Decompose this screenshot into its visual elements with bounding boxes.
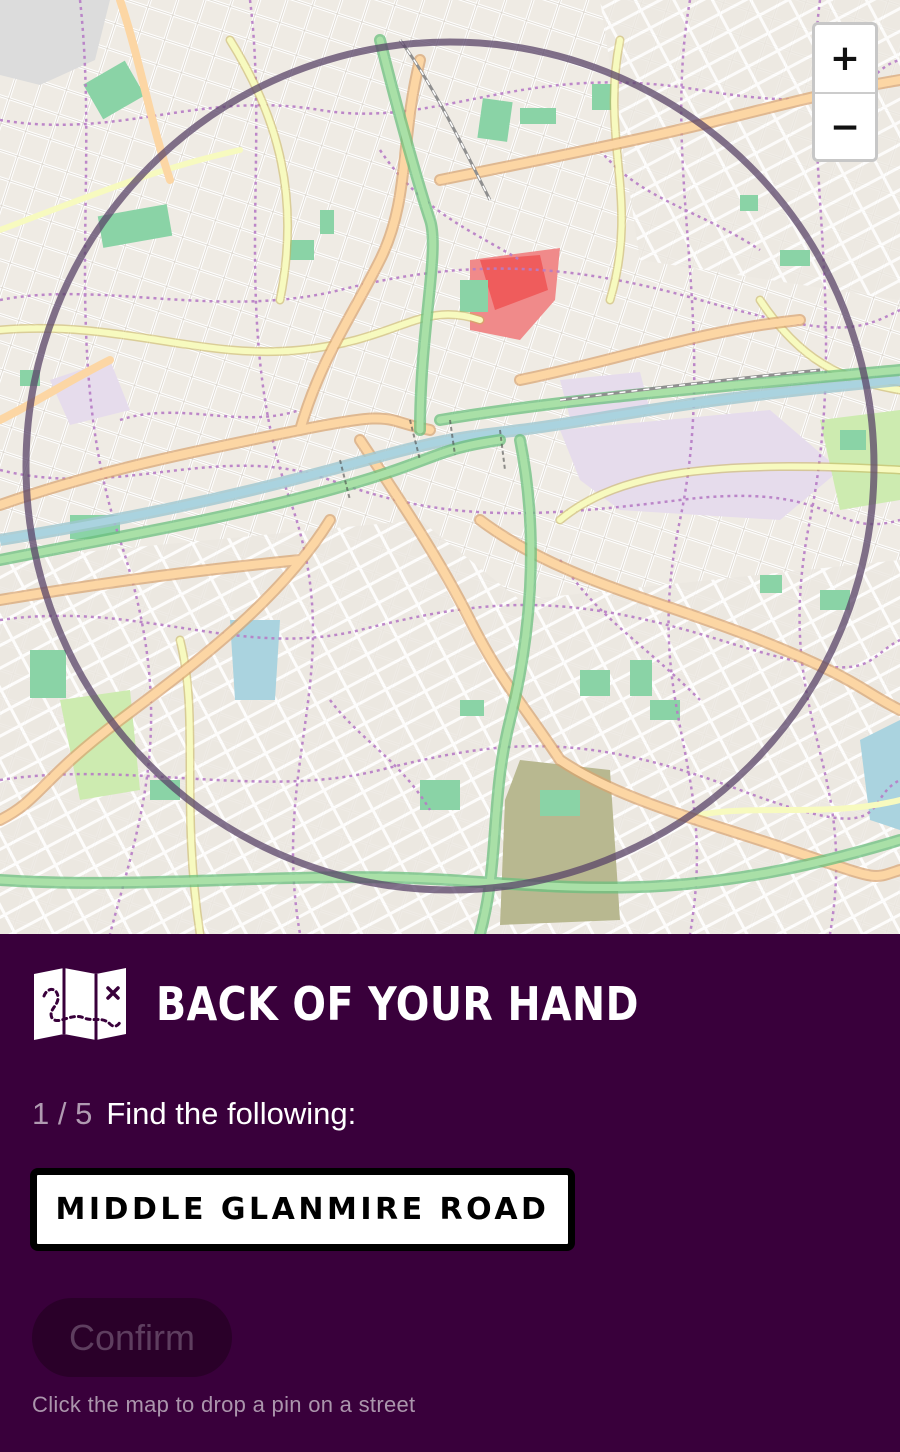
map-tiles [0, 0, 900, 934]
confirm-button[interactable]: Confirm [32, 1298, 232, 1377]
target-street-card: MIDDLE GLANMIRE ROAD [32, 1170, 573, 1249]
brand-header: BACK OF YOUR HAND [32, 966, 717, 1042]
app-root: + − BACK OF YOUR HAND 1 / 5 Find the foll… [0, 0, 900, 1452]
app-title: BACK OF YOUR HAND [156, 977, 639, 1031]
zoom-in-button[interactable]: + [815, 25, 875, 92]
instruction-hint: Click the map to drop a pin on a street [32, 1392, 416, 1417]
folded-map-icon [34, 968, 126, 1040]
question-prompt: Find the following: [106, 1096, 357, 1131]
zoom-control: + − [812, 22, 878, 162]
target-street-name: MIDDLE GLANMIRE ROAD [55, 1192, 550, 1227]
street-map[interactable]: + − [0, 0, 900, 934]
quiz-panel: BACK OF YOUR HAND 1 / 5 Find the followin… [0, 934, 900, 1452]
progress-row: 1 / 5 Find the following: [32, 1094, 356, 1134]
zoom-out-button[interactable]: − [815, 92, 875, 159]
question-counter: 1 / 5 [32, 1096, 93, 1131]
